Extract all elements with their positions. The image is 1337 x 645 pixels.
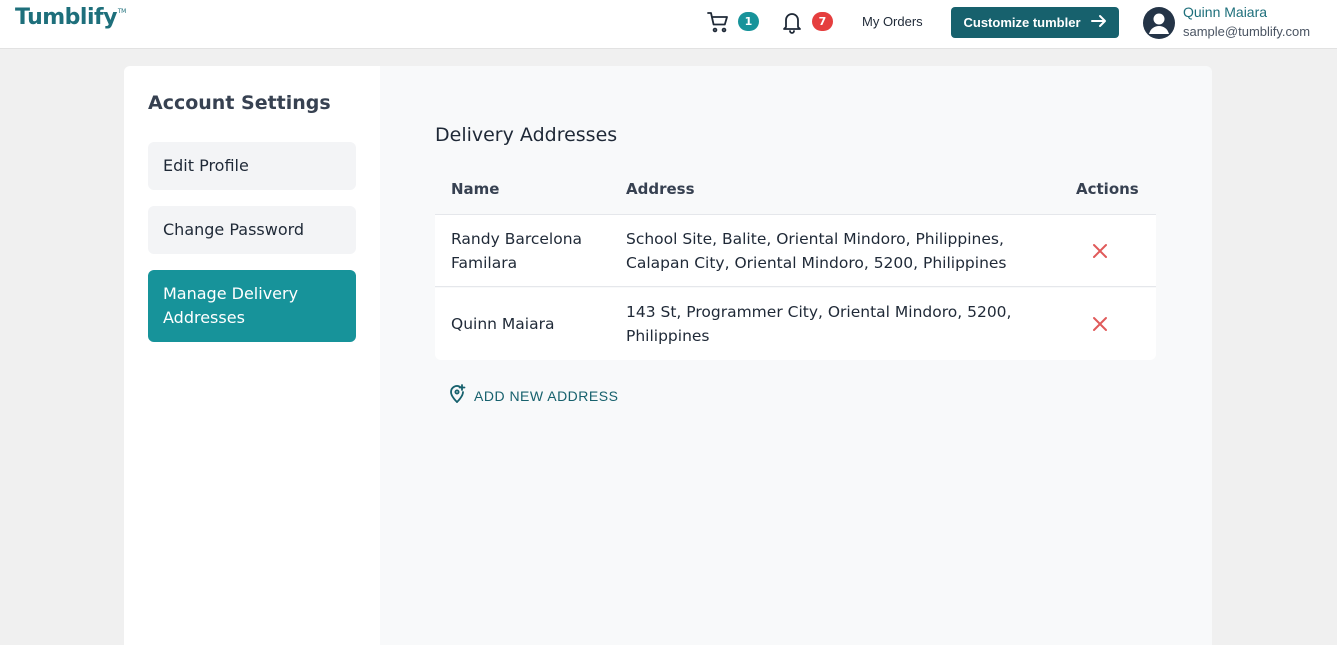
sidebar-item-edit-profile[interactable]: Edit Profile: [148, 142, 356, 190]
arrow-right-icon: [1090, 14, 1107, 31]
address-text: 143 St, Programmer City, Oriental Mindor…: [626, 303, 1012, 345]
column-header-name: Name: [451, 180, 500, 198]
logo-trademark: TM: [117, 8, 126, 15]
user-avatar-icon[interactable]: [1143, 7, 1175, 39]
close-icon: [1092, 317, 1108, 336]
main-content: Delivery Addresses Name Address Actions …: [380, 66, 1212, 645]
address-text: School Site, Balite, Oriental Mindoro, P…: [626, 230, 1007, 272]
my-orders-link[interactable]: My Orders: [862, 14, 923, 29]
page-title: Delivery Addresses: [435, 124, 618, 146]
customize-tumbler-button[interactable]: Customize tumbler: [951, 7, 1119, 38]
top-navbar: TumblifyTM 1 7 My Orders Customize tumbl…: [0, 0, 1337, 49]
bell-icon: [781, 10, 803, 34]
sidebar-item-label: Edit Profile: [163, 156, 249, 175]
sidebar-item-change-password[interactable]: Change Password: [148, 206, 356, 254]
add-new-address-button[interactable]: ADD NEW ADDRESS: [448, 384, 618, 407]
close-icon: [1092, 244, 1108, 263]
sidebar-item-manage-delivery-addresses[interactable]: Manage Delivery Addresses: [148, 270, 356, 342]
column-header-actions: Actions: [1076, 180, 1139, 198]
delete-address-button[interactable]: [1092, 243, 1108, 259]
user-email: sample@tumblify.com: [1183, 24, 1311, 39]
addresses-table: Name Address Actions Randy Barcelona Fam…: [435, 168, 1156, 360]
address-name: Randy Barcelona Familara: [451, 230, 583, 272]
sidebar-title: Account Settings: [148, 92, 331, 114]
column-header-address: Address: [626, 180, 695, 198]
cart-icon: [706, 10, 730, 34]
account-settings-sidebar: Account Settings Edit Profile Change Pas…: [124, 66, 380, 645]
table-row: Quinn Maiara 143 St, Programmer City, Or…: [435, 288, 1156, 360]
table-row: Randy Barcelona Familara School Site, Ba…: [435, 215, 1156, 287]
delete-address-button[interactable]: [1092, 316, 1108, 332]
sidebar-item-label: Manage Delivery Addresses: [163, 284, 299, 327]
brand-logo[interactable]: TumblifyTM: [15, 5, 126, 30]
notification-count-badge: 7: [812, 12, 833, 31]
customize-tumbler-label: Customize tumbler: [963, 15, 1081, 30]
cart-button[interactable]: [706, 10, 730, 34]
address-name: Quinn Maiara: [451, 315, 555, 333]
add-location-icon: [448, 384, 466, 407]
add-new-address-label: ADD NEW ADDRESS: [474, 387, 619, 404]
logo-text: Tumblify: [15, 5, 117, 30]
notifications-button[interactable]: [781, 10, 803, 34]
user-name[interactable]: Quinn Maiara: [1183, 4, 1267, 20]
sidebar-item-label: Change Password: [163, 220, 305, 239]
cart-count-badge: 1: [738, 12, 759, 31]
